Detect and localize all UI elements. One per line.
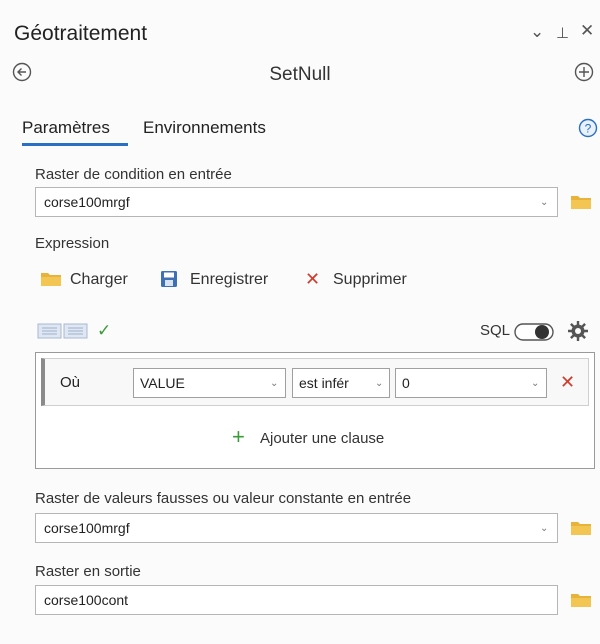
active-tab-indicator xyxy=(22,143,128,146)
save-button[interactable]: Enregistrer xyxy=(190,271,268,289)
cond-raster-input[interactable]: corse100mrgf xyxy=(35,187,558,217)
tool-title: SetNull xyxy=(269,64,331,85)
svg-text:?: ? xyxy=(585,122,592,136)
chevron-down-icon[interactable]: ⌄ xyxy=(540,197,548,208)
value-select[interactable]: 0 xyxy=(395,368,547,398)
where-label: Où xyxy=(60,374,81,391)
chevron-down-icon[interactable]: ⌄ xyxy=(375,378,383,389)
help-icon[interactable]: ? xyxy=(578,118,598,138)
folder-icon[interactable] xyxy=(570,520,592,536)
false-raster-label: Raster de valeurs fausses ou valeur cons… xyxy=(35,490,412,507)
delete-icon: ✕ xyxy=(305,269,321,289)
load-button[interactable]: Charger xyxy=(70,271,128,289)
folder-icon[interactable] xyxy=(570,592,592,608)
pin-icon[interactable]: ⊥ xyxy=(556,24,569,42)
toggle-icon[interactable] xyxy=(514,322,554,342)
remove-clause-icon[interactable]: ✕ xyxy=(560,372,575,393)
expression-label: Expression xyxy=(35,235,110,252)
folder-icon[interactable] xyxy=(570,194,592,210)
chevron-down-icon[interactable]: ⌄ xyxy=(540,523,548,534)
output-raster-input[interactable]: corse100cont xyxy=(35,585,558,615)
check-icon[interactable]: ✓ xyxy=(97,321,111,341)
save-icon xyxy=(161,271,177,287)
cond-raster-label: Raster de condition en entrée xyxy=(35,166,232,183)
delete-button[interactable]: Supprimer xyxy=(333,271,407,289)
false-raster-input[interactable]: corse100mrgf xyxy=(35,513,558,543)
add-icon[interactable] xyxy=(574,62,594,82)
clause-mode-icon[interactable] xyxy=(37,322,89,340)
folder-icon xyxy=(41,273,61,286)
gear-icon[interactable] xyxy=(566,319,590,343)
tab-environnements[interactable]: Environnements xyxy=(143,118,266,138)
field-select[interactable]: VALUE xyxy=(133,368,286,398)
chevron-down-icon[interactable]: ⌄ xyxy=(530,22,544,42)
sql-label: SQL xyxy=(480,322,511,339)
add-clause-button[interactable]: Ajouter une clause xyxy=(260,430,384,447)
tab-parametres[interactable]: Paramètres xyxy=(22,118,110,138)
panel-title: Géotraitement xyxy=(14,22,148,45)
plus-icon: + xyxy=(232,424,245,449)
chevron-down-icon[interactable]: ⌄ xyxy=(270,378,278,389)
output-raster-label: Raster en sortie xyxy=(35,563,141,580)
chevron-down-icon[interactable]: ⌄ xyxy=(531,378,539,389)
close-icon[interactable]: ✕ xyxy=(580,21,594,41)
